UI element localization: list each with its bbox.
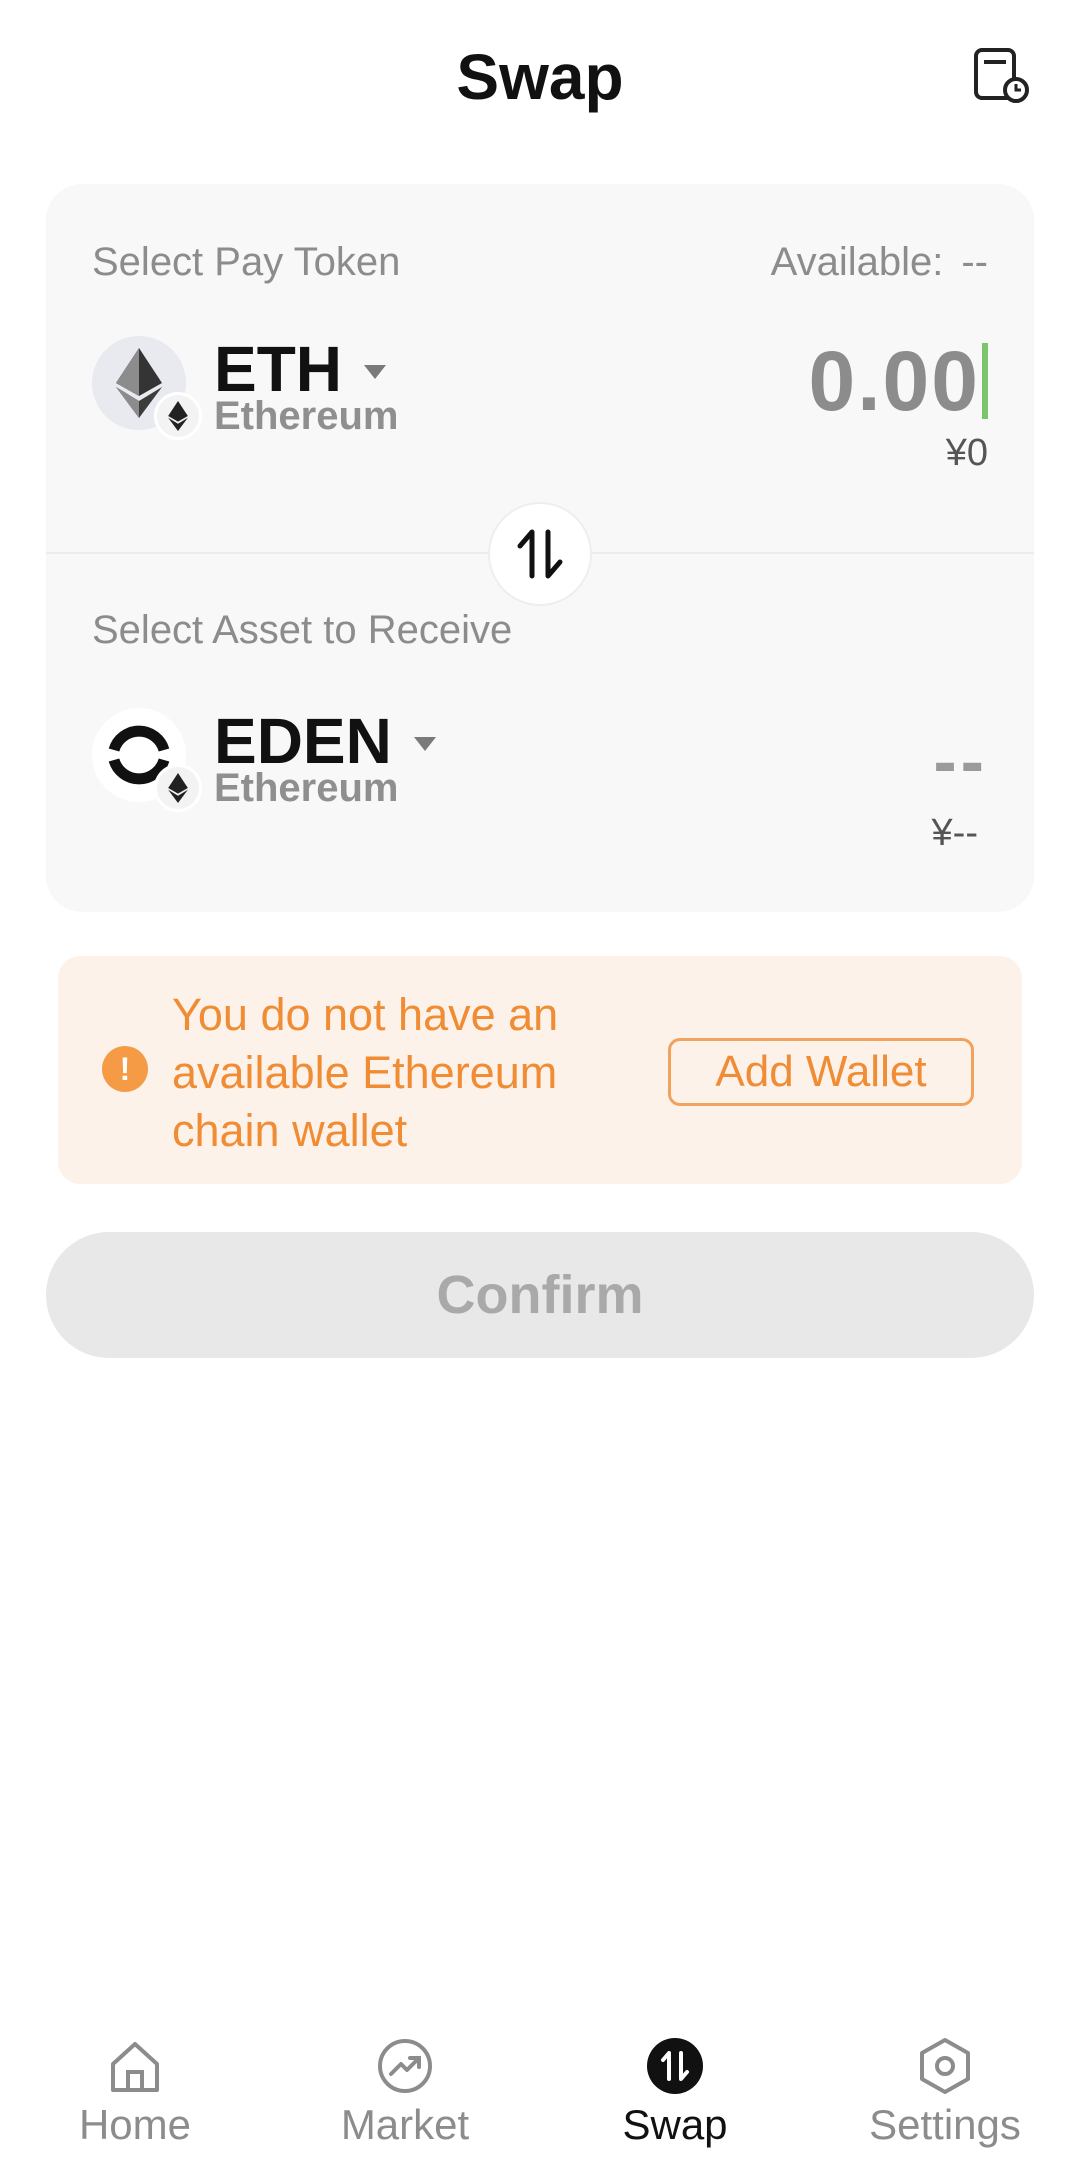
page-title: Swap bbox=[456, 41, 624, 113]
caret-down-icon bbox=[413, 737, 436, 751]
wallet-warning-banner: ! You do not have an available Ethereum … bbox=[58, 956, 1022, 1184]
bottom-nav: Home Market Swap Settings bbox=[0, 2015, 1080, 2175]
nav-label-market: Market bbox=[340, 2101, 470, 2148]
text-cursor bbox=[982, 343, 988, 419]
pay-token-symbol: ETH bbox=[214, 333, 342, 405]
pay-token-chain: Ethereum bbox=[214, 394, 399, 438]
pay-amount: 0.00 bbox=[808, 334, 980, 428]
history-icon bbox=[974, 48, 1029, 103]
nav-market[interactable]: Market bbox=[270, 2015, 540, 2175]
receive-fiat-value: ¥-- bbox=[931, 812, 978, 854]
pay-fiat-value: ¥0 bbox=[945, 432, 988, 474]
history-button[interactable] bbox=[970, 44, 1032, 106]
available-label: Available: bbox=[770, 240, 944, 284]
swap-arrows-icon bbox=[517, 529, 563, 579]
warning-icon: ! bbox=[102, 1046, 148, 1092]
nav-label-home: Home bbox=[78, 2101, 192, 2148]
swap-icon bbox=[647, 2038, 703, 2094]
ethereum-chain-icon bbox=[154, 392, 202, 440]
pay-label: Select Pay Token bbox=[92, 240, 401, 284]
caret-down-icon bbox=[364, 365, 386, 379]
receive-token-selector[interactable]: EDEN Ethereum bbox=[92, 705, 436, 812]
market-icon bbox=[378, 2039, 432, 2093]
nav-home[interactable]: Home bbox=[0, 2015, 270, 2175]
switch-tokens-button[interactable] bbox=[488, 502, 592, 606]
receive-token-chain: Ethereum bbox=[214, 766, 399, 810]
pay-token-row: ETH Ethereum 0.00 ¥0 bbox=[92, 336, 988, 475]
pay-token-selector[interactable]: ETH Ethereum bbox=[92, 333, 399, 440]
nav-settings[interactable]: Settings bbox=[810, 2015, 1080, 2175]
receive-amount: -- bbox=[933, 722, 988, 800]
header: Swap bbox=[0, 0, 1080, 160]
receive-label: Select Asset to Receive bbox=[92, 608, 513, 652]
nav-swap[interactable]: Swap bbox=[540, 2015, 810, 2175]
warning-text: You do not have an available Ethereum ch… bbox=[172, 989, 559, 1156]
nav-label-settings: Settings bbox=[869, 2101, 1021, 2148]
receive-token-row: EDEN Ethereum -- ¥-- bbox=[92, 708, 988, 855]
swap-card: Select Pay Token Available: -- ETH Ether… bbox=[46, 184, 1034, 912]
available-balance: Available: -- bbox=[771, 240, 988, 285]
confirm-button[interactable]: Confirm bbox=[46, 1232, 1034, 1358]
settings-icon bbox=[920, 2038, 970, 2094]
nav-label-swap: Swap bbox=[622, 2101, 728, 2148]
ethereum-chain-icon bbox=[154, 764, 202, 812]
swap-screen: Swap Select Pay Token Available: -- ETH … bbox=[0, 0, 1080, 2175]
receive-token-symbol: EDEN bbox=[214, 705, 392, 777]
pay-amount-input[interactable]: 0.00 bbox=[808, 334, 988, 428]
available-value: -- bbox=[961, 240, 988, 284]
home-icon bbox=[111, 2042, 159, 2092]
add-wallet-button[interactable]: Add Wallet bbox=[668, 1038, 974, 1106]
